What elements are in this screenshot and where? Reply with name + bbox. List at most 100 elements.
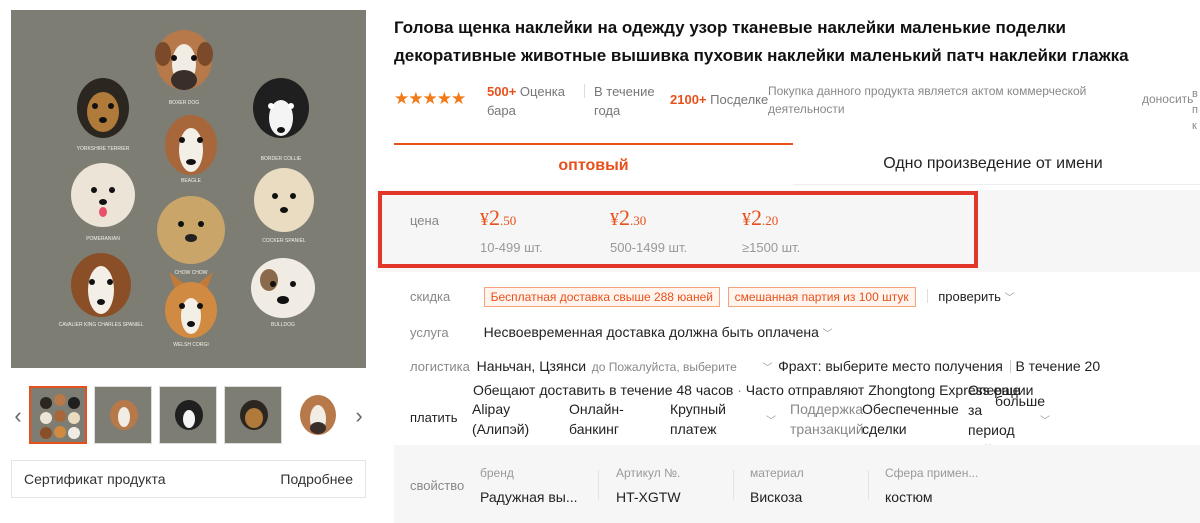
property-value: костюм <box>885 489 933 505</box>
transaction-support: Поддержка транзакций <box>790 401 864 437</box>
discount-row: скидка Бесплатная доставка свыше 288 юан… <box>410 287 1015 307</box>
thumb-prev-icon[interactable]: ‹ <box>11 402 25 430</box>
yorkshire-label: YORKSHIRE TERRIER <box>77 146 130 152</box>
dog-patches-illustration: BOXER DOG YORKSHIRE TERRIER BORDER COLLI… <box>11 10 366 368</box>
thumbnail-strip: ‹ › <box>11 386 366 446</box>
clipped-text: в п к <box>1192 88 1198 132</box>
purchase-tabs: оптовый Одно произведение от имени <box>394 143 1200 185</box>
reviews-count: 500+ <box>487 84 517 99</box>
price-label: цена <box>410 213 439 228</box>
bulldog-label: BULLDOG <box>271 322 295 328</box>
rating-divider <box>584 84 585 98</box>
property-material: материал Вискоза <box>750 466 804 505</box>
price-tier-3: ¥2.20 ≥1500 шт. <box>742 205 800 255</box>
price-integer: 2 <box>751 205 762 230</box>
service-row: услуга Несвоевременная доставка должна б… <box>410 324 833 340</box>
pomeranian-patch-image <box>71 163 135 227</box>
discount-divider <box>927 289 929 303</box>
pay-large-payment[interactable]: Крупный платеж <box>670 399 750 439</box>
price-decimal: .50 <box>500 213 517 228</box>
property-brand: бренд Радужная вы... <box>480 466 578 505</box>
thumbnail-3[interactable] <box>159 386 217 444</box>
product-title: Голова щенка наклейки на одежду узор тка… <box>394 18 1129 65</box>
mixed-batch-tag: смешанная партия из 100 штук <box>727 287 916 307</box>
currency-symbol: ¥ <box>480 209 489 229</box>
logistics-destination-select[interactable]: до Пожалуйста, выберите <box>592 360 737 374</box>
price-decimal: .20 <box>762 213 779 228</box>
service-value[interactable]: Несвоевременная доставка должна быть опл… <box>484 324 819 340</box>
certificate-more-link[interactable]: Подробнее <box>280 461 353 497</box>
thumbnail-5-image <box>289 386 347 444</box>
price-integer: 2 <box>619 205 630 230</box>
thumbnail-3-image <box>160 387 216 443</box>
property-key: материал <box>750 466 804 480</box>
freight-info: Фрахт: выберите место получения <box>778 358 1003 374</box>
logistics-origin: Наньчан, Цзянси <box>476 358 587 374</box>
cavalier-patch-image <box>71 253 131 317</box>
certificate-label: Сертификат продукта <box>24 471 166 487</box>
thumbnail-2-image <box>95 387 151 443</box>
currency-symbol: ¥ <box>742 209 751 229</box>
logistics-promise-row: Обещают доставить в течение 48 часов · Ч… <box>473 382 1021 398</box>
delivery-time: В течение 20 <box>1015 358 1101 374</box>
chow-chow-patch-image <box>157 196 225 264</box>
tab-single-piece[interactable]: Одно произведение от имени <box>793 143 1193 185</box>
property-divider <box>598 470 599 500</box>
pomeranian-label: POMERANIAN <box>86 236 120 242</box>
thumbnail-5[interactable] <box>289 386 347 444</box>
price-tier-quantity: 500-1499 шт. <box>610 240 688 255</box>
price-tier-quantity: ≥1500 шт. <box>742 240 801 255</box>
property-key: Артикул №. <box>616 466 681 480</box>
thumbnail-1-image <box>31 388 85 442</box>
more-link[interactable]: больше <box>995 393 1045 409</box>
beagle-label: BEAGLE <box>181 178 202 184</box>
discount-label: скидка <box>410 289 451 304</box>
certificate-row[interactable]: Сертификат продукта Подробнее <box>11 460 366 498</box>
thumbnail-2[interactable] <box>94 386 152 444</box>
boxer-label: BOXER DOG <box>169 100 199 106</box>
property-key: бренд <box>480 466 514 480</box>
pay-online-banking[interactable]: Онлайн-банкинг <box>569 399 649 439</box>
secured-deals: Обеспеченные сделки <box>862 401 959 437</box>
commercial-note: Покупка данного продукта является актом … <box>768 84 1087 116</box>
properties-label: свойство <box>410 478 465 493</box>
check-link[interactable]: проверить <box>938 289 1001 304</box>
price-tier-2: ¥2.30 500-1499 шт. <box>610 205 687 255</box>
thumbnail-4[interactable] <box>224 386 282 444</box>
pay-alipay[interactable]: Alipay (Алипэй) <box>472 399 542 439</box>
tab-wholesale[interactable]: оптовый <box>394 143 793 185</box>
sales-summary: 2100+ Посделке <box>670 92 768 107</box>
thumbnail-1[interactable] <box>29 386 87 444</box>
payment-label: платить <box>410 410 458 425</box>
property-value: HT-XGTW <box>616 489 681 505</box>
logistics-divider <box>1010 360 1012 373</box>
border-collie-label: BORDER COLLIE <box>261 156 302 162</box>
period-label: В течение года <box>594 84 655 118</box>
chevron-down-icon: ﹀ <box>1004 293 1015 304</box>
sales-count: 2100+ <box>670 92 707 107</box>
property-usage: Сфера примен... костюм <box>885 466 978 505</box>
property-value: Радужная вы... <box>480 489 578 505</box>
yorkshire-patch-image <box>77 78 129 138</box>
price-tier-1: ¥2.50 10-499 шт. <box>480 205 543 255</box>
main-product-image[interactable]: BOXER DOG YORKSHIRE TERRIER BORDER COLLI… <box>11 10 366 368</box>
beagle-patch-image <box>165 115 217 175</box>
chevron-down-icon: ﹀ <box>822 329 833 340</box>
price-integer: 2 <box>489 205 500 230</box>
logistics-row: логистика Наньчан, Цзянси до Пожалуйста,… <box>410 358 1100 374</box>
chow-chow-label: CHOW CHOW <box>174 270 207 276</box>
sales-label: Посделке <box>710 92 769 107</box>
currency-symbol: ¥ <box>610 209 619 229</box>
delivery-promise: Обещают доставить в течение 48 часов <box>473 382 734 398</box>
price-tier-quantity: 10-499 шт. <box>480 240 543 255</box>
property-divider <box>733 470 734 500</box>
reviews-summary[interactable]: 500+ Оценка бара <box>487 82 565 120</box>
cavalier-label: CAVALIER KING CHARLES SPANIEL <box>59 322 144 328</box>
corgi-label: WELSH CORGI <box>173 342 209 348</box>
logistics-label: логистика <box>410 359 470 374</box>
property-article: Артикул №. HT-XGTW <box>616 466 681 505</box>
thumb-next-icon[interactable]: › <box>352 402 366 430</box>
report-link[interactable]: доносить <box>1142 92 1193 106</box>
chevron-down-icon: ﹀ <box>766 416 776 427</box>
chevron-down-icon: ﹀ <box>762 363 773 374</box>
